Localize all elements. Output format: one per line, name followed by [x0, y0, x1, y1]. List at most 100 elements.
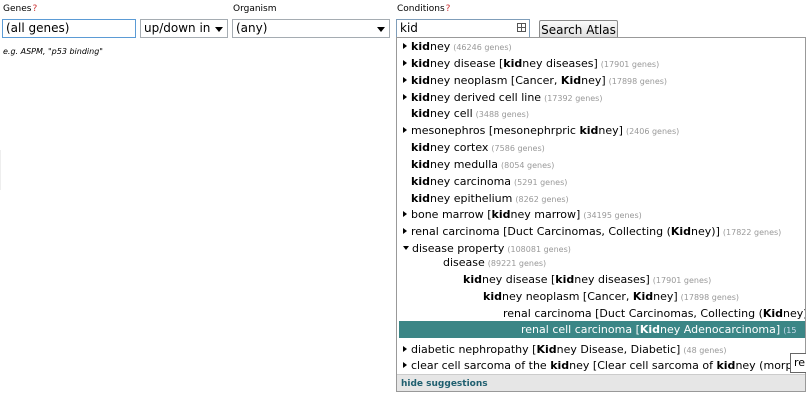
gene-count: (17901 genes) [652, 276, 712, 285]
suggestion-text-part: mesonephros [mesonephrpric [411, 124, 580, 137]
expand-down-icon[interactable] [403, 246, 409, 250]
gene-count: (48 genes) [683, 346, 727, 355]
expand-right-icon[interactable] [403, 127, 407, 133]
suggestion-text-part: ney)] [691, 225, 720, 238]
suggestion-text-part: ney neoplasm [Cancer, [501, 290, 633, 303]
expand-right-icon[interactable] [403, 43, 407, 49]
hide-suggestions-link[interactable]: hide suggestions [397, 374, 805, 391]
suggestions-dropdown: kidney (46246 genes) kidney disease [kidne… [396, 37, 806, 392]
tooltip: re [790, 353, 806, 373]
conditions-input[interactable]: kid [396, 19, 530, 38]
suggestion-text-part: ney disease [ [429, 57, 504, 70]
gene-count: (8262 genes) [515, 195, 569, 204]
genes-help-link[interactable]: ? [32, 4, 37, 14]
suggestion-text-part: kid [550, 359, 570, 372]
suggestion-text-part: ney] [581, 74, 606, 87]
expand-right-icon[interactable] [403, 211, 407, 217]
suggestion-item[interactable]: mesonephros [mesonephrpric kidney] (2406 … [397, 122, 805, 139]
gene-count: (34195 genes) [583, 211, 642, 220]
gene-count: (46246 genes) [453, 43, 512, 52]
suggestion-text-part: renal carcinoma [Duct Carcinomas, Collec… [411, 225, 671, 238]
suggestion-text-part: kid [555, 273, 575, 286]
expand-right-icon[interactable] [403, 228, 407, 234]
chevron-down-icon [377, 27, 385, 32]
expand-right-icon[interactable] [403, 60, 407, 66]
suggestion-item[interactable]: kidney disease [kidney diseases] (17901 g… [397, 55, 805, 72]
suggestion-text-part: ney Adenocarcinoma] [660, 323, 781, 336]
suggestion-text-part: kid [716, 359, 736, 372]
suggestion-text-part: kid [411, 141, 430, 154]
suggestion-text-part: ney neoplasm [Cancer, [429, 74, 561, 87]
suggestion-text-part: kid [411, 175, 430, 188]
suggestion-item[interactable]: kidney cell (3488 genes) [397, 105, 805, 122]
suggestion-item[interactable]: kidney neoplasm [Cancer, Kidney] (17898 g… [397, 288, 805, 305]
gene-count: (89221 genes) [487, 259, 547, 268]
genes-label: Genes? [3, 4, 38, 14]
suggestion-text-part: ney cell [429, 107, 473, 120]
suggestion-item[interactable]: renal carcinoma [Duct Carcinomas, Collec… [397, 223, 805, 240]
suggestion-text-part: ney diseases] [574, 273, 650, 286]
direction-select[interactable]: up/down in [140, 19, 228, 38]
suggestion-item[interactable]: kidney medulla (8054 genes) [397, 156, 805, 173]
organism-label: Organism [233, 4, 277, 14]
suggestion-text-part: ney cortex [429, 141, 489, 154]
gene-count: (17822 genes) [722, 228, 782, 237]
suggestion-text-part: ney] [653, 290, 678, 303]
suggestion-text-part: ney)] [783, 307, 805, 320]
expand-right-icon[interactable] [403, 362, 407, 368]
suggestion-text-part: Kid [536, 343, 557, 356]
suggestion-item[interactable]: kidney derived cell line (17392 genes) [397, 89, 805, 106]
expand-right-icon[interactable] [403, 346, 407, 352]
gene-count: (17901 genes) [600, 60, 660, 69]
suggestion-text-part: renal cell carcinoma [ [521, 323, 640, 336]
suggestion-text-part: kid [491, 208, 511, 221]
suggestion-item[interactable]: kidney (46246 genes) [397, 38, 805, 55]
suggestion-item[interactable]: diabetic nephropathy [Kidney Disease, Di… [397, 341, 805, 358]
gene-count: (8054 genes) [501, 161, 555, 170]
suggestion-item[interactable]: kidney disease [kidney diseases] (17901 g… [397, 271, 805, 288]
suggestion-item[interactable]: kidney epithelium (8262 genes) [397, 190, 805, 207]
suggestion-text-part: ney medulla [429, 158, 499, 171]
suggestion-item[interactable]: clear cell sarcoma of the kidney [Clear … [397, 357, 805, 374]
conditions-help-link[interactable]: ? [446, 4, 451, 14]
chevron-down-icon [215, 27, 223, 32]
suggestion-text-part: Kid [762, 307, 784, 320]
suggestion-item[interactable]: renal carcinoma [Duct Carcinomas, Collec… [397, 305, 805, 322]
organism-select[interactable]: (any) [232, 19, 390, 38]
suggestion-text-part: kid [411, 192, 430, 205]
gene-count: (7586 genes) [491, 144, 545, 153]
gene-count: (17392 genes) [544, 94, 603, 103]
suggestion-item[interactable]: kidney cortex (7586 genes) [397, 139, 805, 156]
gene-count: (15 [783, 326, 797, 335]
gene-count: (5291 genes) [514, 178, 568, 187]
conditions-label: Conditions? [397, 4, 451, 14]
divider [0, 150, 1, 190]
suggestion-text-part: ney derived cell line [429, 91, 542, 104]
suggestion-item-selected[interactable]: renal cell carcinoma [Kidney Adenocarcin… [399, 321, 805, 338]
suggestion-text-part: ney diseases] [522, 57, 598, 70]
expand-right-icon[interactable] [403, 77, 407, 83]
genes-input[interactable]: (all genes) [2, 19, 136, 38]
suggestion-text-part: ney [429, 40, 451, 53]
suggestion-text-part: kid [579, 124, 599, 137]
suggestion-text-part: disease [443, 256, 485, 269]
suggestion-item[interactable]: bone marrow [kidney marrow] (34195 genes) [397, 206, 805, 223]
suggestion-text-part: bone marrow [ [411, 208, 492, 221]
suggestion-item[interactable]: disease (89221 genes) [397, 254, 805, 271]
suggestion-item[interactable]: kidney neoplasm [Cancer, Kidney] (17898 g… [397, 72, 805, 89]
suggestion-text-part: clear cell sarcoma of the [411, 359, 551, 372]
gene-count: (17898 genes) [608, 77, 668, 86]
suggestion-text-part: kid [411, 74, 430, 87]
gene-count: (17898 genes) [680, 293, 740, 302]
suggestion-text-part: Kid [639, 323, 661, 336]
gene-count: (108081 genes) [507, 245, 571, 254]
expand-right-icon[interactable] [403, 94, 407, 100]
suggestion-text-part: ney Disease, Diabetic] [556, 343, 681, 356]
tree-browse-icon[interactable] [517, 23, 526, 32]
suggestion-text-part: kid [411, 40, 430, 53]
gene-count: (3488 genes) [475, 110, 529, 119]
suggestion-text-part: renal carcinoma [Duct Carcinomas, Collec… [503, 307, 763, 320]
suggestion-item[interactable]: kidney carcinoma (5291 genes) [397, 173, 805, 190]
suggestion-text-part: ney disease [ [481, 273, 556, 286]
genes-example: e.g. ASPM, "p53 binding" [3, 47, 103, 56]
